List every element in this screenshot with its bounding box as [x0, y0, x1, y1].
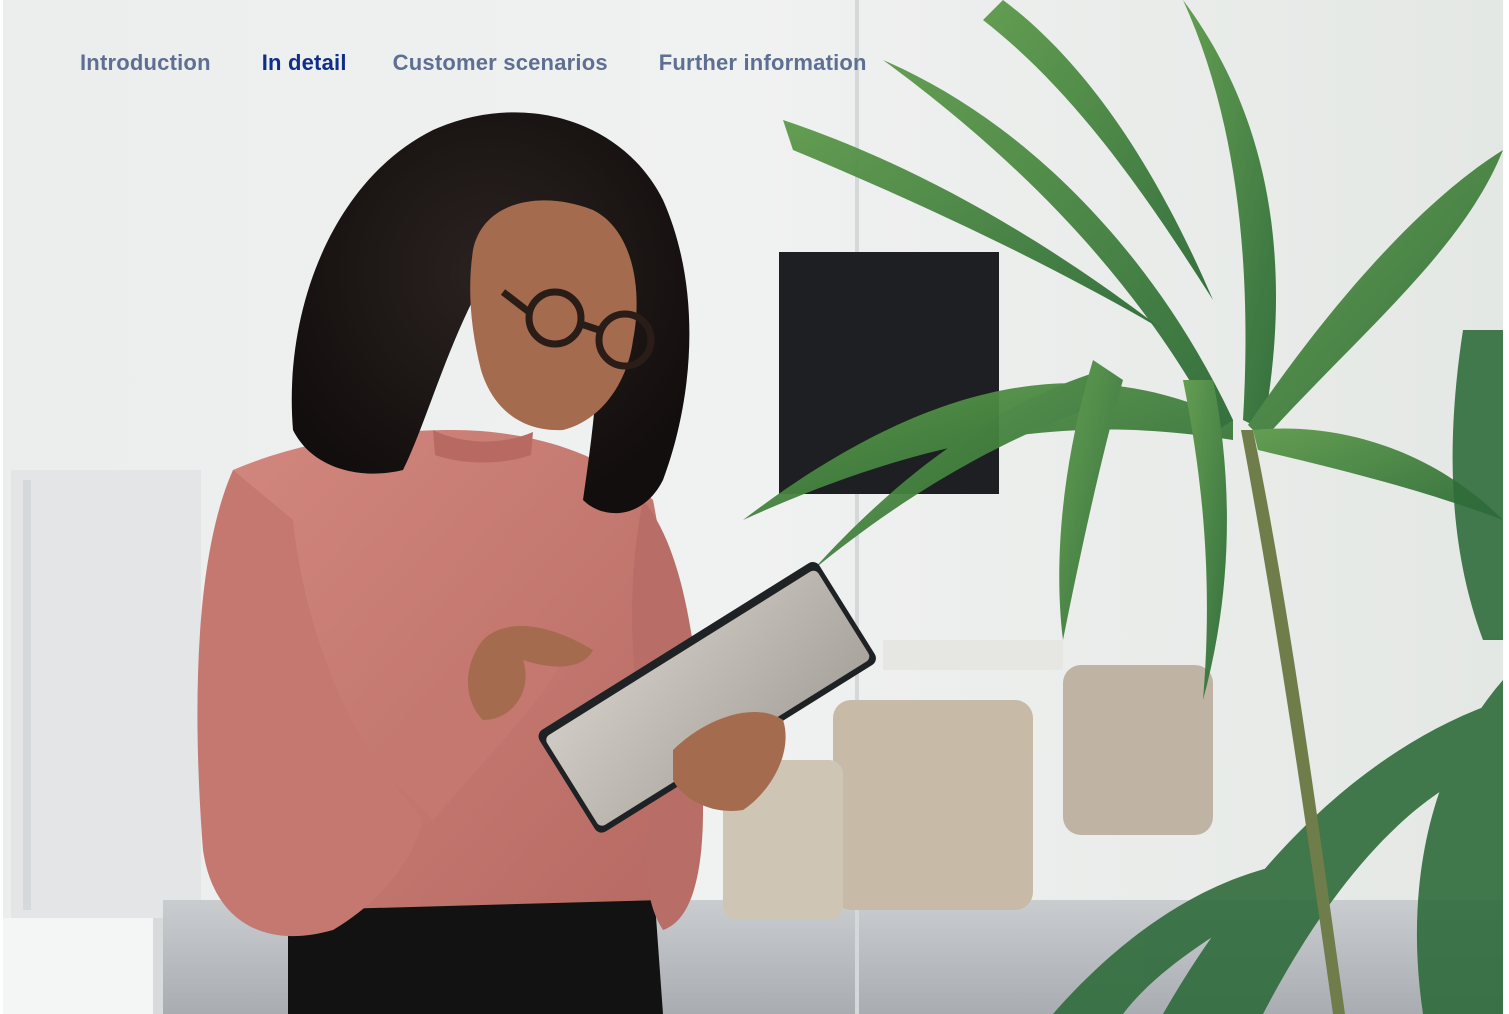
- section-tabs: Introduction In detail Customer scenario…: [80, 50, 867, 76]
- tab-introduction[interactable]: Introduction: [80, 50, 211, 76]
- hero-photo: [3, 0, 1503, 1014]
- page: Introduction In detail Customer scenario…: [0, 0, 1509, 1014]
- hero-illustration: [3, 0, 1503, 1014]
- tab-customer-scenarios[interactable]: Customer scenarios: [393, 50, 608, 76]
- tab-in-detail[interactable]: In detail: [262, 50, 347, 76]
- tab-further-information[interactable]: Further information: [659, 50, 867, 76]
